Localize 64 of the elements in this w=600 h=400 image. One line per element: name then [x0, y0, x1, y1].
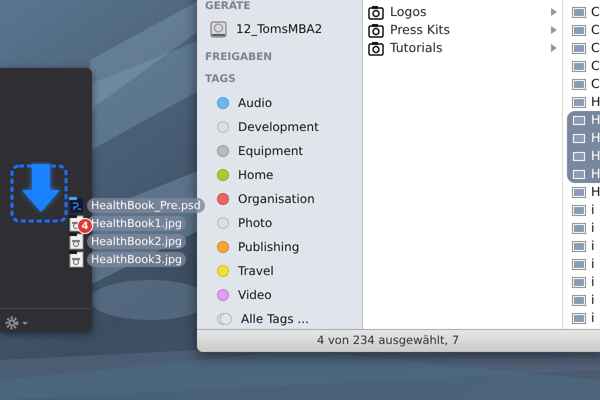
- file-name-label: HealthBook2.jpg: [87, 234, 186, 248]
- file-thumbnail-icon: [572, 96, 586, 108]
- file-thumbnail-icon: [572, 6, 586, 18]
- file-row[interactable]: H: [567, 111, 600, 129]
- file-thumbnail-icon: [572, 276, 586, 288]
- sidebar-item[interactable]: Audio: [217, 91, 362, 115]
- sidebar-item[interactable]: Home: [217, 163, 362, 187]
- file-row[interactable]: H: [567, 147, 600, 165]
- file-thumbnail-icon: [572, 222, 586, 234]
- sidebar-item[interactable]: Development: [217, 115, 362, 139]
- camera-icon: [368, 4, 384, 20]
- file-row[interactable]: C: [567, 21, 600, 39]
- file-row[interactable]: i: [567, 255, 600, 273]
- folder-row[interactable]: Press Kits: [363, 21, 562, 39]
- file-row[interactable]: i: [567, 219, 600, 237]
- all-tags-icon: [217, 312, 232, 326]
- sidebar-item[interactable]: Publishing: [217, 235, 362, 259]
- file-row[interactable]: H: [567, 93, 600, 111]
- file-thumbnail-icon: [572, 168, 586, 180]
- file-name-label: HealthBook3.jpg: [87, 252, 186, 266]
- file-row[interactable]: i: [567, 201, 600, 219]
- folder-row[interactable]: Tutorials: [363, 39, 562, 57]
- file-thumbnail-icon: [572, 24, 586, 36]
- file-thumbnail-icon: [572, 42, 586, 54]
- file-row[interactable]: i: [567, 309, 600, 327]
- file-row[interactable]: C: [567, 3, 600, 21]
- file-row[interactable]: H: [567, 183, 600, 201]
- file-row[interactable]: C: [567, 39, 600, 57]
- sidebar-item[interactable]: Organisation: [217, 187, 362, 211]
- file-row[interactable]: C: [567, 75, 600, 93]
- file-thumbnail-icon: [572, 204, 586, 216]
- file-thumbnail-icon: [572, 60, 586, 72]
- file-thumbnail-icon: [572, 78, 586, 90]
- file-name-label: HealthBook_Pre.psd: [87, 198, 205, 212]
- file-thumbnail-icon: [572, 294, 586, 306]
- file-row[interactable]: i: [567, 273, 600, 291]
- drop-zone-drawing: [10, 162, 68, 224]
- file-row[interactable]: i: [567, 237, 600, 255]
- file-thumbnail-icon: [572, 132, 586, 144]
- camera-icon: [368, 22, 384, 38]
- image-file-icon: [69, 250, 84, 268]
- file-row[interactable]: H: [567, 165, 600, 183]
- section-header: FREIGABEN: [204, 50, 274, 66]
- sidebar-item[interactable]: Photo: [217, 211, 362, 235]
- file-thumbnail-icon: [572, 240, 586, 252]
- sidebar-item[interactable]: 12_TomsMBA2: [210, 17, 362, 41]
- sidebar-item[interactable]: Equipment: [217, 139, 362, 163]
- psd-file-icon: [69, 196, 84, 214]
- file-thumbnail-icon: [572, 150, 586, 162]
- status-text: 4 von 234 ausgewählt, 7: [197, 329, 600, 352]
- file-row[interactable]: H: [567, 129, 600, 147]
- file-thumbnail-icon: [572, 114, 586, 126]
- folder-row[interactable]: Logos: [363, 3, 562, 21]
- sidebar-item[interactable]: Travel: [217, 259, 362, 283]
- file-thumbnail-icon: [572, 186, 586, 198]
- section-header: TAGS: [204, 72, 237, 88]
- file-thumbnail-icon: [572, 258, 586, 270]
- file-row[interactable]: i: [567, 291, 600, 309]
- file-row[interactable]: C: [567, 57, 600, 75]
- camera-icon: [368, 40, 384, 56]
- sidebar-item[interactable]: Alle Tags ...: [217, 307, 362, 331]
- sidebar-item[interactable]: Video: [217, 283, 362, 307]
- file-thumbnail-icon: [572, 312, 586, 324]
- image-file-icon: [69, 232, 84, 250]
